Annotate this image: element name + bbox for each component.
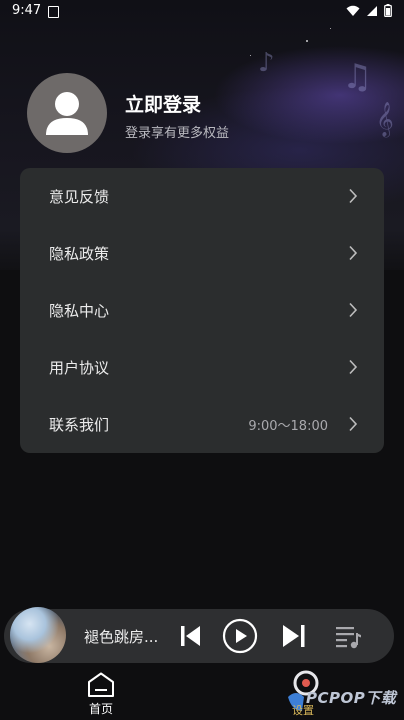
music-note-decoration: ♫ [342,57,373,97]
album-cover[interactable] [10,607,66,663]
menu-item-label: 隐私中心 [49,302,110,320]
chevron-right-icon [349,416,358,432]
nav-home[interactable] [84,671,118,703]
chevron-right-icon [349,245,358,261]
home-icon [88,672,114,697]
chevron-right-icon [349,188,358,204]
mini-player[interactable]: 褪色跳房... [4,607,394,663]
service-hours: 9:00～18:00 [248,419,328,434]
login-button[interactable]: 立即登录 [125,90,201,117]
menu-item-contact-us[interactable]: 联系我们 9:00～18:00 [20,396,384,453]
watermark-logo: PCPOP下载 [306,689,397,707]
song-title[interactable]: 褪色跳房... [84,626,158,647]
menu-item-label: 用户协议 [49,359,110,377]
music-note-decoration: ♪ [258,48,275,78]
notification-icon [48,6,59,18]
status-bar: 9:47 [0,0,404,24]
play-button[interactable] [222,618,258,654]
menu-item-privacy-policy[interactable]: 隐私政策 [20,225,384,282]
chevron-right-icon [349,302,358,318]
previous-track-button[interactable] [178,623,204,649]
settings-menu: 意见反馈 隐私政策 隐私中心 用户协议 联系我们 9:00～18:00 [20,168,384,453]
battery-icon [384,4,392,17]
nav-home-label[interactable]: 首页 [89,700,113,717]
chevron-right-icon [349,359,358,375]
menu-item-label: 意见反馈 [49,188,110,206]
menu-item-label: 隐私政策 [49,245,110,263]
status-time: 9:47 [12,3,42,18]
treble-clef-decoration: 𝄞 [376,102,394,137]
avatar[interactable] [27,73,107,153]
menu-item-feedback[interactable]: 意见反馈 [20,168,384,225]
signal-icon [367,5,377,16]
menu-item-privacy-center[interactable]: 隐私中心 [20,282,384,339]
next-track-button[interactable] [280,622,308,650]
menu-item-label: 联系我们 [49,416,110,434]
user-icon [46,92,88,135]
playlist-icon[interactable] [334,622,364,650]
screen: ♫ ♪ 𝄞 9:47 立即登录 登录享有更多权益 意见反馈 隐私政策 隐私中心 … [0,0,404,720]
status-icons [346,4,392,17]
wifi-icon [346,5,360,16]
menu-item-user-agreement[interactable]: 用户协议 [20,339,384,396]
login-subtitle: 登录享有更多权益 [125,126,230,141]
